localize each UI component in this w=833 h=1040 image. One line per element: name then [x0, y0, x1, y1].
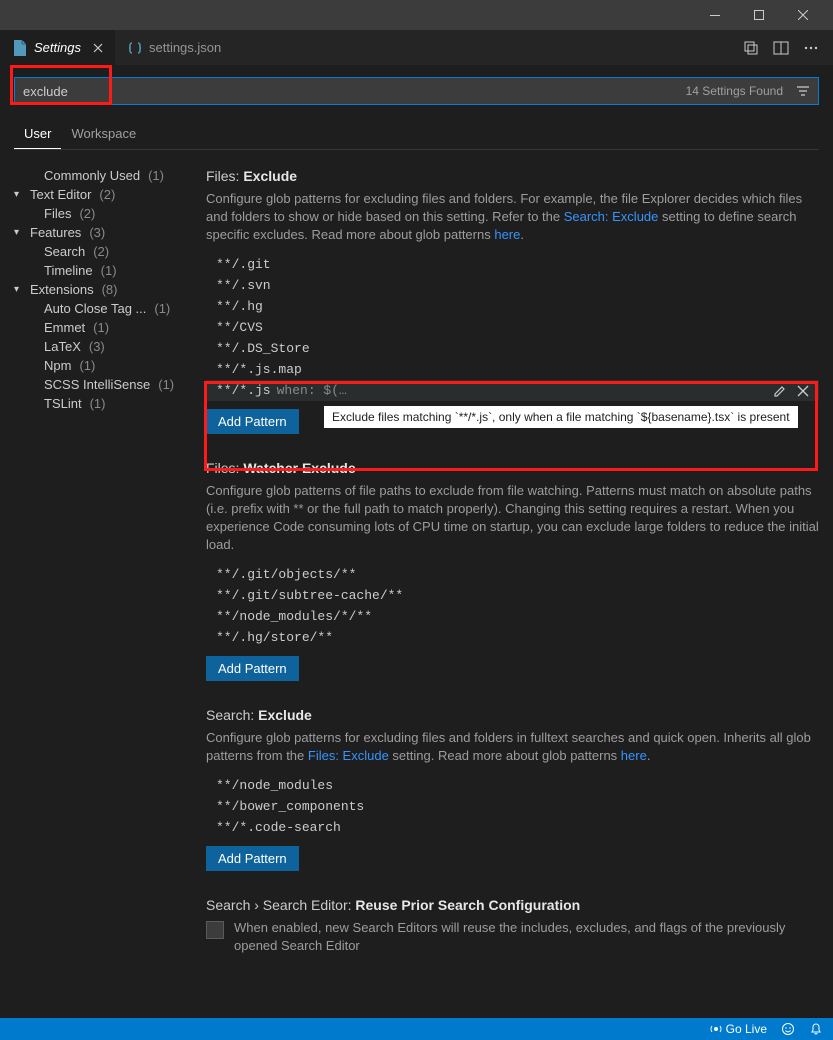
chevron-down-icon: ▾ — [14, 284, 26, 295]
link-search-exclude[interactable]: Search: Exclude — [564, 209, 659, 224]
pattern-item[interactable]: **/.git/objects/** — [206, 564, 819, 585]
toc-timeline[interactable]: Timeline(1) — [14, 261, 200, 280]
toc-extensions[interactable]: ▾Extensions(8) — [14, 280, 200, 299]
window-titlebar — [0, 0, 833, 30]
tab-label: settings.json — [149, 40, 221, 55]
toc-text-editor[interactable]: ▾Text Editor(2) — [14, 185, 200, 204]
tab-label: Settings — [34, 40, 81, 55]
add-pattern-button[interactable]: Add Pattern — [206, 409, 299, 434]
editor-tab-bar: Settings settings.json — [0, 30, 833, 65]
pattern-item[interactable]: **/node_modules/*/** — [206, 606, 819, 627]
setting-title: Files: Exclude — [206, 168, 819, 184]
toc-files[interactable]: Files(2) — [14, 204, 200, 223]
setting-title: Search › Search Editor: Reuse Prior Sear… — [206, 897, 819, 913]
tab-settings-json[interactable]: settings.json — [115, 30, 233, 65]
pattern-item[interactable]: **/.git/subtree-cache/** — [206, 585, 819, 606]
pattern-list: **/node_modules **/bower_components **/*… — [206, 775, 819, 838]
open-json-icon[interactable] — [743, 40, 759, 56]
link-here[interactable]: here — [621, 748, 647, 763]
tooltip: Exclude files matching `**/*.js`, only w… — [324, 406, 798, 428]
settings-toc: Commonly Used(1) ▾Text Editor(2) Files(2… — [0, 158, 200, 1025]
add-pattern-button[interactable]: Add Pattern — [206, 846, 299, 871]
toc-features[interactable]: ▾Features(3) — [14, 223, 200, 242]
link-here[interactable]: here — [494, 227, 520, 242]
settings-search-bar: 14 Settings Found — [14, 77, 819, 105]
close-window-button[interactable] — [781, 0, 825, 30]
pattern-item[interactable]: **/.git — [206, 254, 819, 275]
maximize-button[interactable] — [737, 0, 781, 30]
more-actions-icon[interactable] — [803, 40, 819, 56]
pattern-item[interactable]: **/*.code-search — [206, 817, 819, 838]
edit-icon[interactable] — [773, 384, 787, 398]
minimize-button[interactable] — [693, 0, 737, 30]
tab-settings[interactable]: Settings — [0, 30, 115, 65]
pattern-item[interactable]: **/*.js.map — [206, 359, 819, 380]
toc-npm[interactable]: Npm(1) — [14, 356, 200, 375]
settings-scope-tabs: User Workspace — [0, 111, 833, 149]
toc-tslint[interactable]: TSLint(1) — [14, 394, 200, 413]
pattern-item[interactable]: **/.hg — [206, 296, 819, 317]
pattern-item[interactable]: **/CVS — [206, 317, 819, 338]
json-file-icon — [127, 40, 143, 56]
settings-file-icon — [12, 40, 28, 56]
scope-tab-workspace[interactable]: Workspace — [61, 121, 146, 149]
toc-auto-close-tag[interactable]: Auto Close Tag ...(1) — [14, 299, 200, 318]
chevron-down-icon: ▾ — [14, 189, 26, 200]
toc-commonly-used[interactable]: Commonly Used(1) — [14, 166, 200, 185]
pattern-list: **/.git/objects/** **/.git/subtree-cache… — [206, 564, 819, 648]
status-bar: Go Live — [0, 1018, 833, 1040]
delete-icon[interactable] — [797, 385, 809, 397]
checkbox[interactable] — [206, 921, 224, 939]
chevron-down-icon: ▾ — [14, 227, 26, 238]
feedback-icon[interactable] — [781, 1022, 795, 1036]
setting-search-exclude: Search: Exclude Configure glob patterns … — [206, 707, 819, 871]
setting-files-exclude: Files: Exclude Configure glob patterns f… — [206, 168, 819, 434]
pattern-item[interactable]: **/.DS_Store — [206, 338, 819, 359]
status-go-live[interactable]: Go Live — [710, 1022, 767, 1036]
bell-icon[interactable] — [809, 1022, 823, 1036]
pattern-item-hovered[interactable]: **/*.jswhen: $(… — [206, 380, 819, 401]
settings-content: Files: Exclude Configure glob patterns f… — [200, 158, 833, 1025]
setting-title: Files: Watcher Exclude — [206, 460, 819, 476]
pattern-item[interactable]: **/.svn — [206, 275, 819, 296]
link-files-exclude[interactable]: Files: Exclude — [308, 748, 389, 763]
filter-icon[interactable] — [795, 83, 811, 99]
scope-tab-user[interactable]: User — [14, 121, 61, 149]
pattern-list: **/.git **/.svn **/.hg **/CVS **/.DS_Sto… — [206, 254, 819, 401]
divider — [14, 149, 819, 150]
toc-scss-intellisense[interactable]: SCSS IntelliSense(1) — [14, 375, 200, 394]
setting-description: When enabled, new Search Editors will re… — [234, 919, 819, 955]
setting-title: Search: Exclude — [206, 707, 819, 723]
setting-description: Configure glob patterns of file paths to… — [206, 482, 819, 554]
add-pattern-button[interactable]: Add Pattern — [206, 656, 299, 681]
toc-search[interactable]: Search(2) — [14, 242, 200, 261]
setting-search-editor-reuse: Search › Search Editor: Reuse Prior Sear… — [206, 897, 819, 955]
setting-description: Configure glob patterns for excluding fi… — [206, 190, 819, 244]
pattern-item[interactable]: **/node_modules — [206, 775, 819, 796]
broadcast-icon — [710, 1023, 722, 1035]
setting-description: Configure glob patterns for excluding fi… — [206, 729, 819, 765]
close-icon[interactable] — [93, 43, 103, 53]
pattern-item[interactable]: **/bower_components — [206, 796, 819, 817]
pattern-item[interactable]: **/.hg/store/** — [206, 627, 819, 648]
split-editor-icon[interactable] — [773, 40, 789, 56]
search-results-count: 14 Settings Found — [686, 84, 783, 98]
toc-emmet[interactable]: Emmet(1) — [14, 318, 200, 337]
setting-watcher-exclude: Files: Watcher Exclude Configure glob pa… — [206, 460, 819, 681]
toc-latex[interactable]: LaTeX(3) — [14, 337, 200, 356]
